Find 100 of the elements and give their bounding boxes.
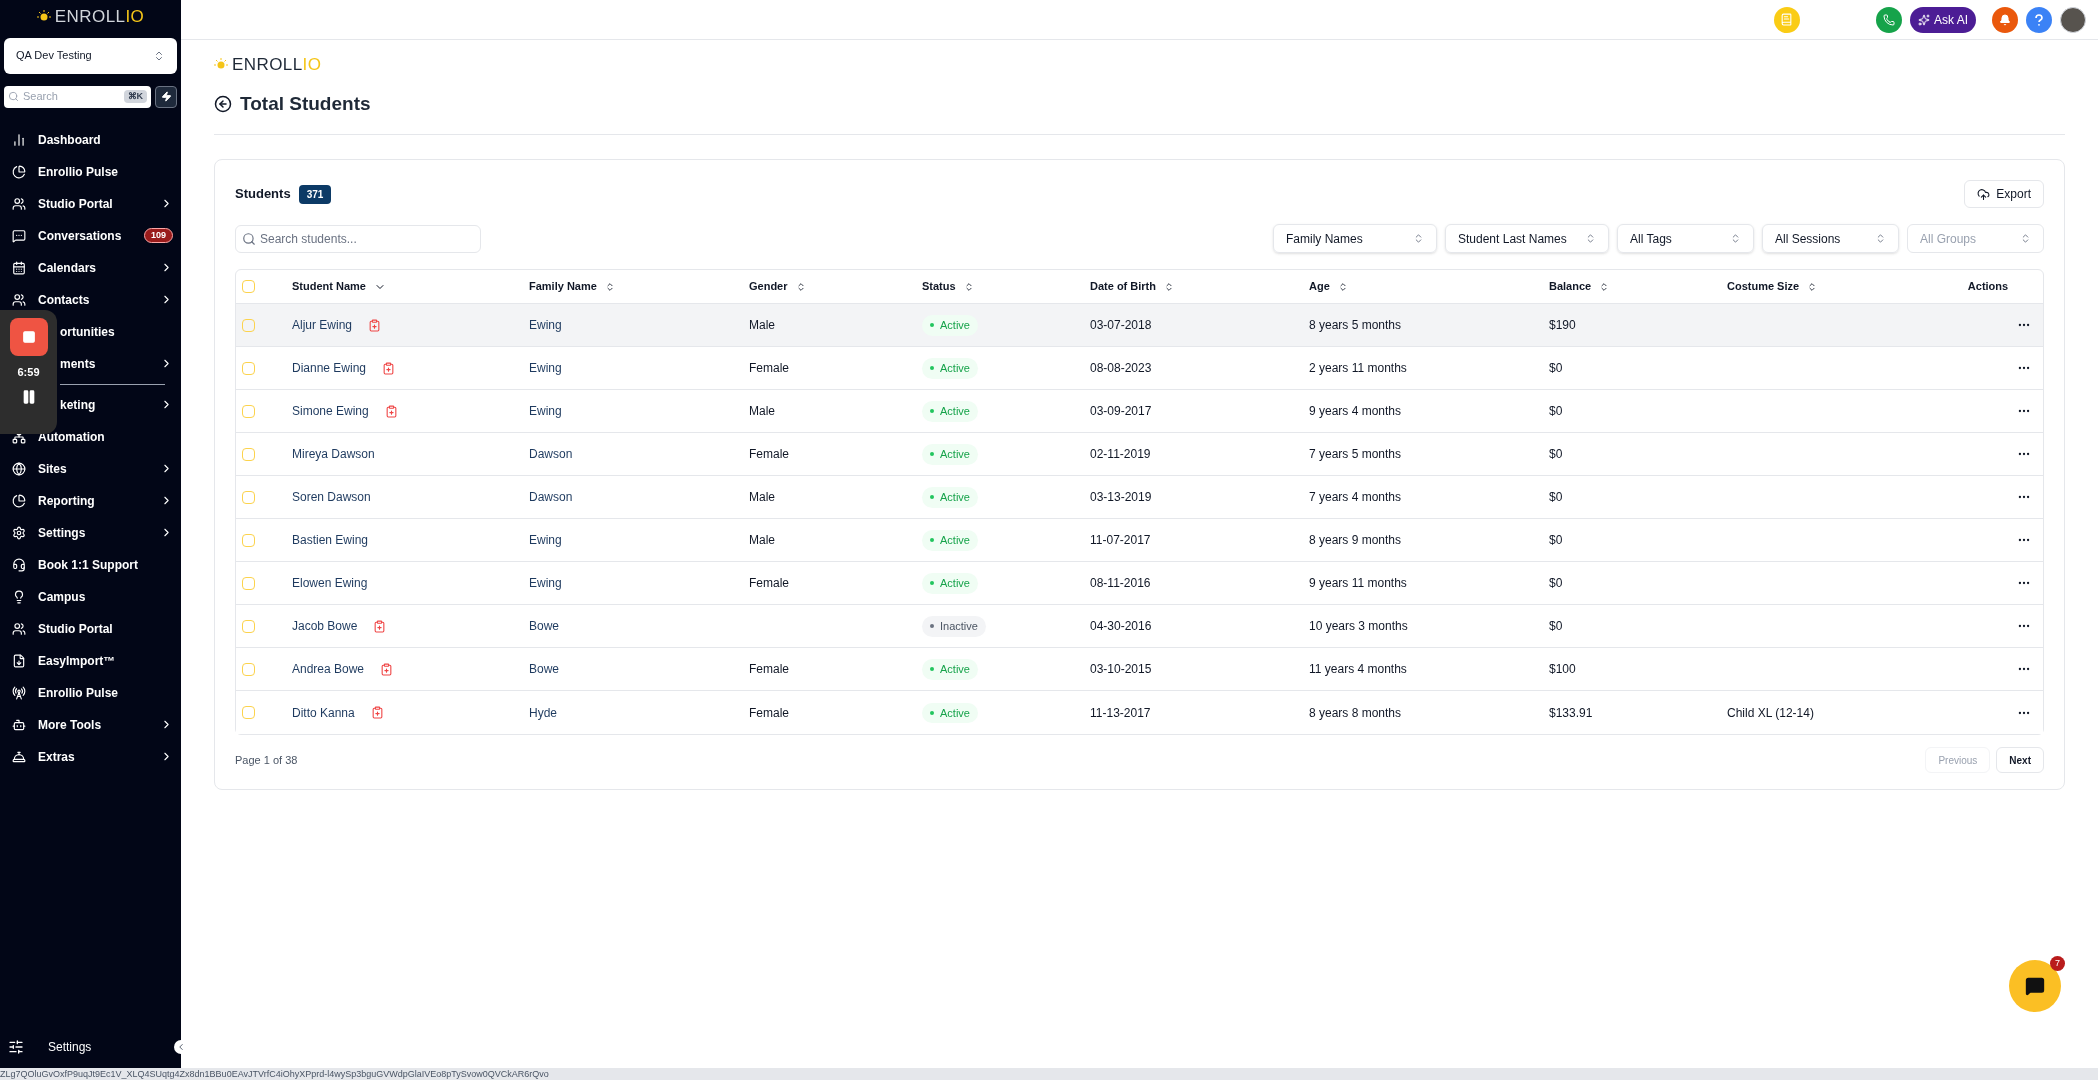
nav-item[interactable]: Contacts	[0, 283, 181, 316]
student-name-link[interactable]: Bastien Ewing	[292, 531, 369, 549]
row-checkbox[interactable]	[242, 662, 255, 676]
row-checkbox[interactable]	[242, 619, 255, 633]
table-cell-text: $0	[1549, 489, 1564, 506]
family-name-link[interactable]: Ewing	[529, 316, 749, 334]
row-checkbox[interactable]	[242, 533, 255, 547]
clipboard-icon[interactable]	[373, 619, 387, 633]
family-name-link[interactable]: Bowe	[529, 660, 749, 678]
clipboard-icon[interactable]	[382, 361, 396, 375]
nav-item[interactable]: Reporting	[0, 484, 181, 517]
row-checkbox[interactable]	[242, 490, 255, 504]
column-header[interactable]: Family Name	[529, 278, 749, 295]
pie-chart-icon	[12, 493, 26, 508]
select-all-checkbox[interactable]	[242, 280, 255, 293]
nav-item[interactable]: Dashboard	[0, 123, 181, 156]
student-name-link[interactable]: Andrea Bowe	[292, 660, 365, 678]
table-row[interactable]: Aljur Ewing Ewing Male Active 03-07-2018 8 years 5 months $190	[236, 304, 2043, 347]
row-checkbox[interactable]	[242, 318, 255, 332]
family-name-link[interactable]: Hyde	[529, 703, 749, 722]
nav-item[interactable]: ments	[60, 347, 181, 380]
filter-dropdown[interactable]: Student Last Names	[1445, 224, 1609, 253]
family-name-link[interactable]: Ewing	[529, 402, 749, 420]
avatar[interactable]	[2060, 6, 2086, 33]
search-field[interactable]: Search students...	[235, 224, 481, 253]
phone-button[interactable]	[1876, 6, 1902, 33]
student-name-link[interactable]: Aljur Ewing	[292, 316, 353, 334]
family-name-link[interactable]: Dawson	[529, 488, 749, 506]
table-cell-text: $0	[1549, 532, 1564, 549]
logo-text: ENROLLIO	[232, 54, 322, 76]
nav-item[interactable]: Campus	[0, 580, 181, 613]
clipboard-icon[interactable]	[368, 318, 382, 332]
updown-icon	[1585, 233, 1596, 244]
column-header[interactable]: Costume Size	[1727, 278, 1933, 295]
student-name-link[interactable]: Elowen Ewing	[292, 574, 368, 592]
nav-item[interactable]: Sites	[0, 452, 181, 485]
column-header[interactable]: Age	[1309, 278, 1549, 295]
family-name-link[interactable]: Dawson	[529, 445, 749, 463]
notification-badge: 7	[2050, 956, 2065, 971]
table-cell-text: 03-07-2018	[1090, 317, 1153, 334]
family-name-link[interactable]: Bowe	[529, 617, 749, 635]
clipboard-icon[interactable]	[380, 662, 394, 676]
student-name-link[interactable]: Jacob Bowe	[292, 617, 358, 635]
help-button[interactable]	[2026, 6, 2052, 33]
row-checkbox[interactable]	[242, 706, 255, 719]
nav-item[interactable]: EasyImport™	[0, 644, 181, 677]
row-checkbox[interactable]	[242, 447, 255, 461]
nav-item[interactable]: Enrollio Pulse	[0, 155, 181, 188]
notifications-button[interactable]	[1992, 6, 2018, 33]
column-header[interactable]: Student Name	[292, 278, 529, 295]
student-name-link[interactable]: Dianne Ewing	[292, 359, 367, 377]
family-name-link[interactable]: Ewing	[529, 574, 749, 592]
status-badge: Active	[922, 444, 978, 465]
table-cell-text: $133.91	[1549, 704, 1594, 722]
search-input[interactable]: Search students...	[260, 229, 474, 248]
student-name-link[interactable]: Soren Dawson	[292, 488, 371, 506]
back-icon[interactable]	[214, 94, 232, 113]
settings-nav-item[interactable]: Settings	[0, 1038, 174, 1056]
nav-item[interactable]: Conversations 109	[0, 219, 181, 252]
nav-item[interactable]: Extras	[0, 740, 181, 773]
ask-ai-button[interactable]: Ask AI	[1910, 6, 1976, 33]
student-name-link[interactable]: Simone Ewing	[292, 402, 369, 420]
export-button[interactable]: Export	[1964, 180, 2044, 208]
nav-item[interactable]: Calendars	[0, 251, 181, 284]
filter-dropdown[interactable]: All Tags	[1617, 224, 1754, 253]
lightning-icon	[160, 91, 172, 102]
row-checkbox[interactable]	[242, 576, 255, 590]
column-header[interactable]: Actions	[1933, 278, 2043, 295]
row-checkbox[interactable]	[242, 404, 255, 418]
column-header[interactable]: Gender	[749, 278, 922, 295]
table-cell-text: 11 years 4 months	[1309, 661, 1408, 678]
row-checkbox[interactable]	[242, 361, 255, 375]
nav-item[interactable]: Settings	[0, 516, 181, 549]
sort-icon	[963, 281, 974, 292]
filter-dropdown[interactable]: Family Names	[1273, 224, 1437, 253]
filter-dropdown[interactable]: All Sessions	[1762, 224, 1899, 253]
table-cell-text: 03-10-2015	[1090, 661, 1153, 678]
family-name-link[interactable]: Ewing	[529, 531, 749, 549]
family-name-link[interactable]: Ewing	[529, 359, 749, 377]
clipboard-icon[interactable]	[370, 706, 384, 719]
nav-item[interactable]: keting	[60, 388, 181, 421]
column-header[interactable]: Status	[922, 278, 1090, 295]
nav-item[interactable]: Studio Portal	[0, 612, 181, 645]
column-header[interactable]: Balance	[1549, 278, 1727, 295]
nav-item[interactable]: Enrollio Pulse	[0, 676, 181, 709]
search-input[interactable]: Search	[23, 88, 120, 105]
student-name-link[interactable]: Mireya Dawson	[292, 445, 375, 463]
nav-item[interactable]: Studio Portal	[0, 187, 181, 220]
stop-button[interactable]	[9, 318, 48, 356]
clipboard-icon[interactable]	[384, 404, 398, 418]
pagination-button[interactable]: Next	[1996, 747, 2044, 773]
nav-item[interactable]: Book 1:1 Support	[0, 548, 181, 581]
table-cell-text: $100	[1549, 661, 1577, 678]
nav-item[interactable]: More Tools	[0, 708, 181, 741]
student-name-link[interactable]: Ditto Kanna	[292, 703, 355, 722]
nav-item[interactable]: ortunities	[60, 315, 181, 348]
lightning-button[interactable]	[155, 85, 177, 108]
account-switcher[interactable]: QA Dev Testing	[4, 37, 177, 74]
column-header[interactable]: Date of Birth	[1090, 278, 1309, 295]
search-field[interactable]: Search ⌘K	[4, 85, 151, 108]
